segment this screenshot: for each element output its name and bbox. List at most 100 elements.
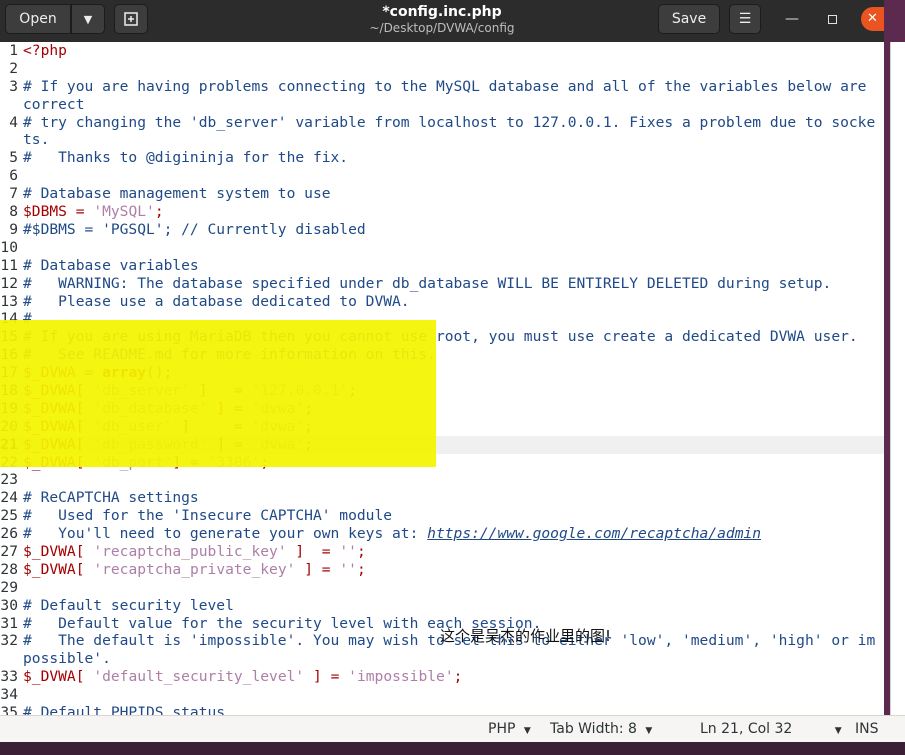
line-code: # Please use a database dedicated to DVW…	[23, 292, 410, 310]
code-line[interactable]: 10	[0, 239, 884, 257]
code-line[interactable]: 17 $_DVWA = array();	[0, 364, 884, 382]
code-line[interactable]: 14 #	[0, 310, 884, 328]
line-code: $_DVWA[ 'db_database' ] = 'dvwa';	[23, 399, 314, 417]
cursor-position-label: Ln 21, Col 32	[700, 721, 793, 737]
code-editor[interactable]: 1 <?php 2 3 # If you are having problems con…	[0, 42, 884, 715]
desktop-background	[0, 742, 905, 755]
code-line[interactable]: 1 <?php	[0, 42, 884, 60]
code-line[interactable]: 30 # Default security level	[0, 597, 884, 615]
code-line[interactable]: 12 # WARNING: The database specified unde…	[0, 275, 884, 293]
line-number: 23	[0, 471, 18, 489]
insert-mode-indicator[interactable]: INS	[855, 721, 879, 738]
maximize-button[interactable]	[820, 7, 844, 31]
line-number: 35	[0, 704, 18, 715]
code-line[interactable]: 5 # Thanks to @digininja for the fix.	[0, 149, 884, 167]
hamburger-menu-button[interactable]: ☰	[729, 4, 761, 34]
code-line[interactable]: 29	[0, 579, 884, 597]
line-code: $_DVWA[ 'db_user' ] = 'dvwa';	[23, 417, 314, 435]
line-number: 7	[9, 185, 18, 203]
document-title: *config.inc.php	[382, 4, 502, 20]
line-code: $_DVWA[ 'db_password' ] = 'dvwa';	[23, 435, 314, 453]
line-code: <?php	[23, 42, 67, 59]
code-line[interactable]: 2	[0, 60, 884, 78]
minimize-icon: —	[785, 11, 799, 27]
code-line[interactable]: 20 $_DVWA[ 'db_user' ] = 'dvwa';	[0, 418, 884, 436]
open-button-label: Open	[19, 11, 57, 27]
line-number: 19	[0, 399, 18, 417]
insert-mode-label: INS	[855, 721, 879, 737]
code-line[interactable]: 7 # Database management system to use	[0, 185, 884, 203]
line-number: 4	[9, 113, 18, 131]
line-number: 1	[9, 42, 18, 59]
line-number: 15	[0, 328, 18, 346]
code-line[interactable]: 21 $_DVWA[ 'db_password' ] = 'dvwa';	[0, 435, 884, 454]
line-number: 3	[9, 77, 18, 95]
line-number: 24	[0, 489, 18, 507]
language-selector[interactable]: PHP ▼	[488, 721, 531, 740]
code-line[interactable]: 18 $_DVWA[ 'db_server' ] = '127.0.0.1';	[0, 382, 884, 400]
line-code: #	[23, 310, 32, 328]
code-line[interactable]: 9 #$DBMS = 'PGSQL'; // Currently disabled	[0, 221, 884, 239]
save-button[interactable]: Save	[658, 4, 720, 34]
cursor-position-selector[interactable]: Ln 21, Col 32 ▼	[700, 721, 842, 740]
line-number: 8	[9, 203, 18, 221]
line-code: # Default security level	[23, 596, 234, 614]
code-line[interactable]: 24 # ReCAPTCHA settings	[0, 489, 884, 507]
line-number: 10	[0, 238, 18, 256]
save-button-label: Save	[671, 11, 707, 27]
line-code: $_DVWA[ 'default_security_level' ] = 'im…	[23, 668, 463, 686]
code-line[interactable]: 4 # try changing the 'db_server' variable…	[0, 114, 884, 150]
code-line[interactable]: 26 # You'll need to generate your own key…	[0, 525, 884, 543]
line-number: 11	[0, 256, 18, 274]
line-code: # Thanks to @digininja for the fix.	[23, 149, 349, 167]
minimize-button[interactable]: —	[780, 7, 804, 31]
code-line[interactable]: 35 # Default PHPIDS status	[0, 704, 884, 715]
code-line[interactable]: 8 $DBMS = 'MySQL';	[0, 203, 884, 221]
code-line[interactable]: 19 $_DVWA[ 'db_database' ] = 'dvwa';	[0, 400, 884, 418]
code-line[interactable]: 22 $_DVWA[ 'db_port'] = '3306';	[0, 454, 884, 472]
new-tab-button[interactable]	[114, 4, 148, 34]
line-code: $DBMS = 'MySQL';	[23, 203, 164, 221]
header-bar: Open ▼ *config.inc.php ~/Desktop/DVWA/co…	[0, 0, 884, 42]
code-line[interactable]: 34	[0, 686, 884, 704]
line-code: # WARNING: The database specified under …	[23, 274, 832, 292]
tab-width-selector[interactable]: Tab Width: 8 ▼	[550, 721, 652, 740]
chevron-down-icon: ▼	[645, 726, 653, 736]
line-code: # Default PHPIDS status	[23, 704, 226, 715]
line-number: 27	[0, 542, 18, 560]
code-line[interactable]: 11 # Database variables	[0, 257, 884, 275]
close-icon: ✕	[867, 11, 878, 26]
line-code: # Database management system to use	[23, 185, 331, 203]
code-line[interactable]: 3 # If you are having problems connecting…	[0, 78, 884, 114]
line-number: 21	[0, 435, 18, 453]
line-code: $_DVWA[ 'recaptcha_public_key' ] = '';	[23, 542, 366, 560]
line-code: $_DVWA[ 'db_server' ] = '127.0.0.1';	[23, 381, 357, 399]
code-line[interactable]: 6	[0, 167, 884, 185]
close-window-button[interactable]: ✕	[861, 7, 884, 31]
line-number: 9	[9, 220, 18, 238]
language-label: PHP	[488, 721, 516, 737]
annotation-caption: 这个是吴杰的作业里的图!	[440, 627, 612, 645]
line-number: 20	[0, 417, 18, 435]
line-number: 16	[0, 346, 18, 364]
code-line[interactable]: 13 # Please use a database dedicated to D…	[0, 293, 884, 311]
code-line[interactable]: 33 $_DVWA[ 'default_security_level' ] = '…	[0, 668, 884, 686]
chevron-down-icon: ▼	[523, 726, 531, 736]
code-line[interactable]: 27 $_DVWA[ 'recaptcha_public_key' ] = '';	[0, 543, 884, 561]
open-button[interactable]: Open	[5, 4, 71, 34]
status-bar: PHP ▼ Tab Width: 8 ▼ Ln 21, Col 32 ▼ INS	[0, 715, 905, 742]
line-code: # If you are using MariaDB then you cann…	[23, 328, 858, 346]
code-line[interactable]: 28 $_DVWA[ 'recaptcha_private_key' ] = ''…	[0, 561, 884, 579]
code-line[interactable]: 23	[0, 471, 884, 489]
line-number: 13	[0, 292, 18, 310]
line-code: # See README.md for more information on …	[23, 346, 436, 364]
code-line[interactable]: 16 # See README.md for more information o…	[0, 346, 884, 364]
line-number: 34	[0, 686, 18, 704]
open-recent-dropdown-button[interactable]: ▼	[71, 4, 105, 34]
new-document-icon	[124, 12, 138, 26]
window-title-block: *config.inc.php ~/Desktop/DVWA/config	[290, 4, 594, 36]
background-window-edge	[890, 42, 905, 742]
code-line[interactable]: 15 # If you are using MariaDB then you ca…	[0, 328, 884, 346]
maximize-icon	[827, 14, 837, 24]
code-line[interactable]: 25 # Used for the 'Insecure CAPTCHA' modu…	[0, 507, 884, 525]
